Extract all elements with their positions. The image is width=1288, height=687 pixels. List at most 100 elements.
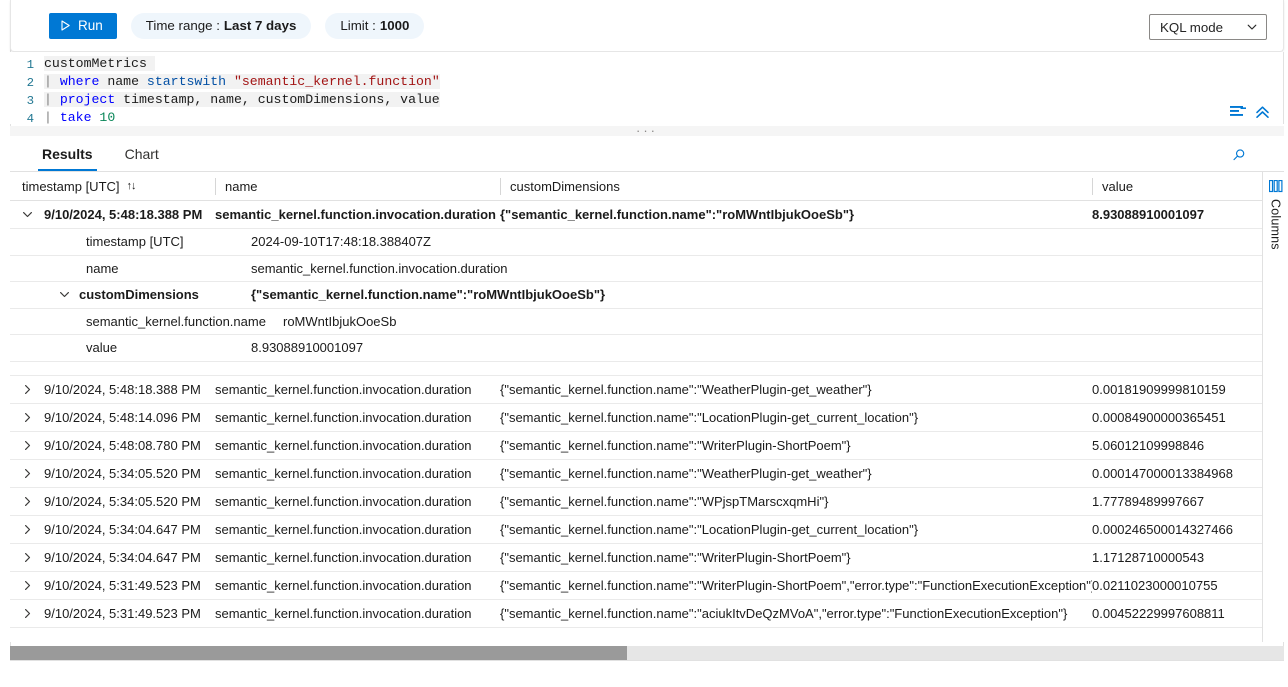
chevron-right-icon: [21, 411, 34, 424]
query-mode-dropdown[interactable]: KQL mode: [1149, 14, 1267, 40]
horizontal-scrollbar-track[interactable]: [10, 646, 1284, 660]
search-icon: [1232, 147, 1246, 163]
cell-customdimensions: {"semantic_kernel.function.name":"aciukI…: [500, 599, 1092, 627]
table-row[interactable]: 9/10/2024, 5:48:08.780 PM semantic_kerne…: [10, 432, 1284, 460]
column-header-name[interactable]: name: [215, 172, 500, 201]
row-expand-toggle[interactable]: [10, 459, 44, 487]
cell-name: semantic_kernel.function.invocation.dura…: [215, 515, 500, 543]
row-expand-toggle[interactable]: [10, 375, 44, 403]
code-line: 4 | take 10: [10, 110, 440, 124]
cell-timestamp: 9/10/2024, 5:34:05.520 PM: [44, 459, 215, 487]
table-row[interactable]: 9/10/2024, 5:48:14.096 PM semantic_kerne…: [10, 404, 1284, 432]
token-take: take: [60, 110, 92, 124]
format-query-icon[interactable]: [1230, 105, 1247, 120]
cell-value: 0.00084900000365451: [1092, 403, 1272, 431]
column-header-customdimensions[interactable]: customDimensions: [500, 172, 1092, 201]
token-number: 10: [99, 110, 115, 124]
detail-row: name semantic_kernel.function.invocation…: [10, 256, 1284, 283]
column-header-timestamp-label: timestamp [UTC]: [22, 179, 120, 194]
row-expand-toggle[interactable]: [10, 571, 44, 599]
double-chevron-up-icon[interactable]: [1255, 105, 1270, 120]
cell-value: 0.00181909999810159: [1092, 375, 1272, 403]
chevron-down-icon: [1246, 21, 1258, 33]
table-row[interactable]: 9/10/2024, 5:34:05.520 PM semantic_kerne…: [10, 460, 1284, 488]
token-column-name: name: [107, 74, 139, 89]
table-row[interactable]: 9/10/2024, 5:31:49.523 PM semantic_kerne…: [10, 572, 1284, 600]
columns-panel-label: Columns: [1269, 199, 1283, 250]
table-row[interactable]: 9/10/2024, 5:34:04.647 PM semantic_kerne…: [10, 516, 1284, 544]
table-row[interactable]: 9/10/2024, 5:48:18.388 PM semantic_kerne…: [10, 201, 1284, 229]
code-line: 3 | project timestamp, name, customDimen…: [10, 92, 440, 110]
run-button[interactable]: Run: [49, 13, 117, 39]
columns-icon: [1269, 180, 1283, 193]
line-number: 2: [10, 74, 44, 92]
token-table-name: customMetrics: [44, 56, 147, 71]
tab-list: Results Chart: [10, 140, 173, 171]
detail-row-expandable[interactable]: customDimensions {"semantic_kernel.funct…: [10, 282, 1284, 309]
cell-name: semantic_kernel.function.invocation.dura…: [215, 487, 500, 515]
time-range-pill[interactable]: Time range : Last 7 days: [131, 13, 312, 39]
pane-splitter[interactable]: ···: [10, 126, 1284, 136]
token-startswith: startswith: [147, 74, 226, 89]
code-content[interactable]: | project timestamp, name, customDimensi…: [44, 92, 440, 110]
cell-name: semantic_kernel.function.invocation.dura…: [215, 201, 500, 229]
cell-customdimensions: {"semantic_kernel.function.name":"Locati…: [500, 515, 1092, 543]
results-tab-bar: Results Chart: [10, 136, 1284, 172]
detail-spacer: [10, 362, 1284, 376]
horizontal-scrollbar-thumb[interactable]: [10, 646, 627, 660]
sort-arrows-icon[interactable]: ↑↓: [127, 180, 136, 192]
line-number: 1: [10, 56, 44, 74]
chevron-right-icon: [21, 383, 34, 396]
row-expand-toggle[interactable]: [10, 543, 44, 571]
cell-timestamp: 9/10/2024, 5:34:05.520 PM: [44, 487, 215, 515]
limit-value: 1000: [380, 18, 410, 33]
cell-timestamp: 9/10/2024, 5:31:49.523 PM: [44, 599, 215, 627]
tab-chart[interactable]: Chart: [111, 140, 173, 171]
table-row[interactable]: 9/10/2024, 5:34:05.520 PM semantic_kerne…: [10, 488, 1284, 516]
search-results-button[interactable]: [1226, 142, 1252, 168]
chevron-down-icon[interactable]: [58, 288, 71, 301]
line-number: 4: [10, 110, 44, 124]
detail-key: value: [10, 335, 222, 361]
row-expand-toggle[interactable]: [10, 487, 44, 515]
editor-right-border: [1283, 52, 1284, 124]
cell-value: 0.000246500014327466: [1092, 515, 1272, 543]
cell-name: semantic_kernel.function.invocation.dura…: [215, 431, 500, 459]
kql-query-editor[interactable]: 1 customMetrics 2 | where name startswit…: [10, 52, 1284, 124]
chevron-right-icon: [21, 467, 34, 480]
chevron-down-icon: [21, 208, 34, 221]
column-header-name-label: name: [225, 179, 258, 194]
table-row[interactable]: 9/10/2024, 5:34:04.647 PM semantic_kerne…: [10, 544, 1284, 572]
cell-customdimensions: {"semantic_kernel.function.name":"roMWnt…: [500, 201, 1092, 229]
code-content[interactable]: customMetrics: [44, 56, 440, 74]
cell-customdimensions: {"semantic_kernel.function.name":"Writer…: [500, 543, 1092, 571]
cell-customdimensions: {"semantic_kernel.function.name":"Weathe…: [500, 375, 1092, 403]
cell-name: semantic_kernel.function.invocation.dura…: [215, 403, 500, 431]
code-content[interactable]: | take 10: [44, 110, 440, 124]
splitter-dots: ···: [636, 128, 658, 134]
row-expand-toggle[interactable]: [10, 431, 44, 459]
log-analytics-query-page: Run Time range : Last 7 days Limit : 100…: [0, 0, 1288, 687]
cell-name: semantic_kernel.function.invocation.dura…: [215, 375, 500, 403]
detail-key: customDimensions: [10, 282, 222, 308]
row-expand-toggle[interactable]: [10, 201, 44, 229]
row-expand-toggle[interactable]: [10, 599, 44, 627]
grid-header-row: timestamp [UTC] ↑↓ name customDimensions…: [10, 172, 1284, 201]
cell-value: 1.77789489997667: [1092, 487, 1272, 515]
cell-name: semantic_kernel.function.invocation.dura…: [215, 571, 500, 599]
limit-label: Limit :: [340, 18, 375, 33]
column-header-value[interactable]: value: [1092, 172, 1272, 201]
columns-panel-toggle[interactable]: Columns: [1262, 172, 1288, 642]
row-expand-toggle[interactable]: [10, 403, 44, 431]
detail-value: {"semantic_kernel.function.name":"roMWnt…: [222, 282, 605, 308]
code-content[interactable]: | where name startswith "semantic_kernel…: [44, 74, 440, 92]
table-row[interactable]: 9/10/2024, 5:31:49.523 PM semantic_kerne…: [10, 600, 1284, 628]
column-header-timestamp[interactable]: timestamp [UTC] ↑↓: [10, 172, 215, 201]
tab-results[interactable]: Results: [28, 140, 107, 171]
table-row[interactable]: 9/10/2024, 5:48:18.388 PM semantic_kerne…: [10, 376, 1284, 404]
detail-row: timestamp [UTC] 2024-09-10T17:48:18.3884…: [10, 229, 1284, 256]
row-expand-toggle[interactable]: [10, 515, 44, 543]
code-line: 2 | where name startswith "semantic_kern…: [10, 74, 440, 92]
chevron-right-icon: [21, 523, 34, 536]
limit-pill[interactable]: Limit : 1000: [325, 13, 424, 39]
